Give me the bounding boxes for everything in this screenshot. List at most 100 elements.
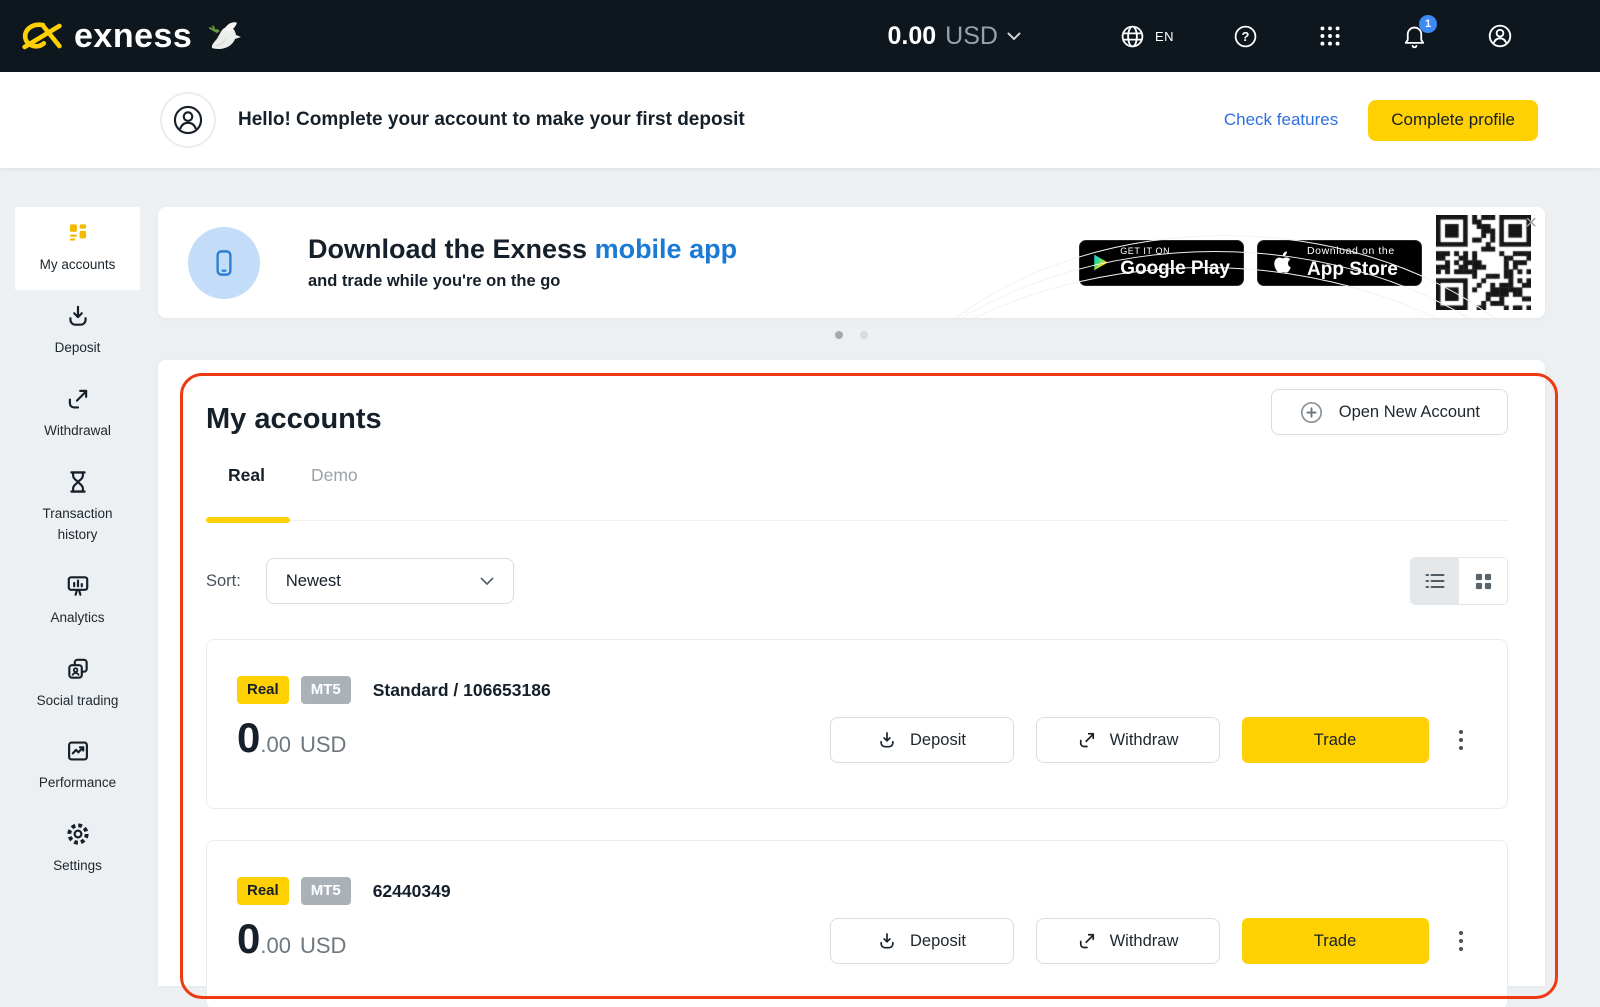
sidebar-item-label: My accounts [40, 255, 116, 276]
exness-logo-icon [20, 18, 64, 54]
avatar [160, 92, 216, 148]
hourglass-icon [65, 469, 91, 495]
accounts-icon [65, 220, 91, 246]
app-store-badge[interactable]: Download on the App Store [1257, 240, 1422, 286]
sidebar: My accounts Deposit Withdrawal Transacti… [0, 168, 155, 1007]
globe-icon [1119, 23, 1146, 50]
deposit-button[interactable]: Deposit [830, 717, 1014, 763]
sidebar-item-withdrawal[interactable]: Withdrawal [15, 373, 140, 456]
deposit-icon [877, 931, 897, 951]
sidebar-item-label: Analytics [50, 608, 104, 629]
trade-button[interactable]: Trade [1242, 717, 1429, 763]
svg-text:?: ? [1242, 29, 1250, 44]
greeting-text: Hello! Complete your account to make you… [238, 109, 745, 131]
profile-banner: Hello! Complete your account to make you… [0, 72, 1600, 168]
qr-code-wrap [1436, 215, 1531, 310]
active-tab-indicator [206, 517, 290, 523]
sidebar-item-label: Settings [53, 856, 102, 877]
banner-title: Download the Exness mobile app [308, 234, 737, 265]
gear-icon [65, 821, 91, 847]
my-accounts-panel: My accounts Open New Account Real Demo S… [158, 360, 1545, 986]
google-play-icon [1093, 249, 1109, 276]
account-options-menu[interactable] [1453, 925, 1470, 958]
deposit-icon [65, 303, 91, 329]
list-view-icon [1425, 572, 1445, 590]
carousel-dot[interactable] [860, 331, 868, 339]
sidebar-item-analytics[interactable]: Analytics [15, 560, 140, 643]
account-balance-frac: .00 [260, 732, 291, 758]
view-toggle-group [1410, 557, 1508, 605]
account-name: Standard / 106653186 [373, 680, 551, 701]
account-type-badge: Real [237, 877, 289, 905]
account-tabs: Real Demo [206, 465, 1508, 521]
google-play-tagline: GET IT ON [1120, 247, 1230, 256]
list-view-toggle[interactable] [1411, 558, 1459, 604]
open-new-account-button[interactable]: Open New Account [1271, 389, 1508, 435]
profile-button[interactable] [1486, 22, 1514, 50]
qr-code [1436, 215, 1531, 310]
page-title: My accounts [206, 403, 382, 436]
brand-name: exness [74, 17, 192, 56]
account-card: Real MT5 Standard / 106653186 0 .00 USD [206, 639, 1508, 809]
help-icon: ? [1232, 23, 1259, 50]
mobile-app-banner: Download the Exness mobile app and trade… [158, 207, 1545, 318]
sort-label: Sort: [206, 572, 241, 591]
notification-badge: 1 [1419, 15, 1437, 33]
sidebar-item-performance[interactable]: Performance [15, 725, 140, 808]
sidebar-item-label: Deposit [55, 338, 101, 359]
balance-amount: 0.00 [887, 22, 936, 51]
app-store-store-name: App Store [1307, 260, 1398, 279]
plus-circle-icon [1299, 400, 1324, 425]
google-play-badge[interactable]: GET IT ON Google Play [1079, 240, 1244, 286]
withdraw-icon [1077, 931, 1097, 951]
banner-title-prefix: Download the Exness [308, 234, 595, 264]
account-balance-dropdown[interactable]: 0.00 USD [887, 22, 1020, 51]
apps-menu-button[interactable] [1317, 23, 1343, 49]
balance-currency: USD [945, 22, 998, 51]
tab-real[interactable]: Real [228, 465, 265, 520]
chevron-down-icon [480, 577, 494, 586]
banner-title-highlight: mobile app [595, 234, 738, 264]
check-features-link[interactable]: Check features [1224, 110, 1338, 130]
withdraw-icon [1077, 730, 1097, 750]
help-button[interactable]: ? [1232, 23, 1259, 50]
deposit-label: Deposit [910, 932, 966, 951]
sidebar-item-label: Transaction history [26, 504, 130, 546]
sidebar-item-my-accounts[interactable]: My accounts [15, 207, 140, 290]
notifications-button[interactable]: 1 [1401, 22, 1428, 50]
sort-selected-value: Newest [286, 572, 341, 591]
phone-icon-circle [188, 227, 260, 299]
withdraw-button[interactable]: Withdraw [1036, 918, 1220, 964]
apple-icon [1271, 248, 1296, 277]
banner-subtitle: and trade while you're on the go [308, 272, 737, 291]
performance-icon [65, 738, 91, 764]
grid-view-toggle[interactable] [1459, 558, 1507, 604]
sidebar-item-settings[interactable]: Settings [15, 808, 140, 891]
complete-profile-button[interactable]: Complete profile [1368, 100, 1538, 141]
app-store-tagline: Download on the [1307, 246, 1398, 257]
analytics-icon [65, 573, 91, 599]
exness-logo[interactable]: exness [20, 16, 244, 56]
phone-icon [207, 246, 241, 280]
tab-demo[interactable]: Demo [311, 465, 358, 520]
carousel-dots [158, 331, 1545, 339]
withdraw-label: Withdraw [1110, 731, 1179, 750]
sort-select[interactable]: Newest [266, 558, 514, 604]
sidebar-item-social-trading[interactable]: Social trading [15, 643, 140, 726]
carousel-dot-active[interactable] [835, 331, 843, 339]
language-selector[interactable]: EN [1119, 23, 1174, 50]
account-balance-int: 0 [237, 714, 260, 762]
sidebar-item-transaction-history[interactable]: Transaction history [15, 456, 140, 560]
withdraw-button[interactable]: Withdraw [1036, 717, 1220, 763]
user-icon [1486, 22, 1514, 50]
grid-view-icon [1474, 572, 1493, 591]
account-name: 62440349 [373, 881, 451, 902]
sidebar-item-label: Social trading [37, 691, 119, 712]
close-icon[interactable]: × [1525, 213, 1537, 233]
account-options-menu[interactable] [1453, 724, 1470, 757]
trade-button[interactable]: Trade [1242, 918, 1429, 964]
withdrawal-icon [65, 386, 91, 412]
sidebar-item-deposit[interactable]: Deposit [15, 290, 140, 373]
account-balance-currency: USD [300, 732, 346, 758]
deposit-button[interactable]: Deposit [830, 918, 1014, 964]
